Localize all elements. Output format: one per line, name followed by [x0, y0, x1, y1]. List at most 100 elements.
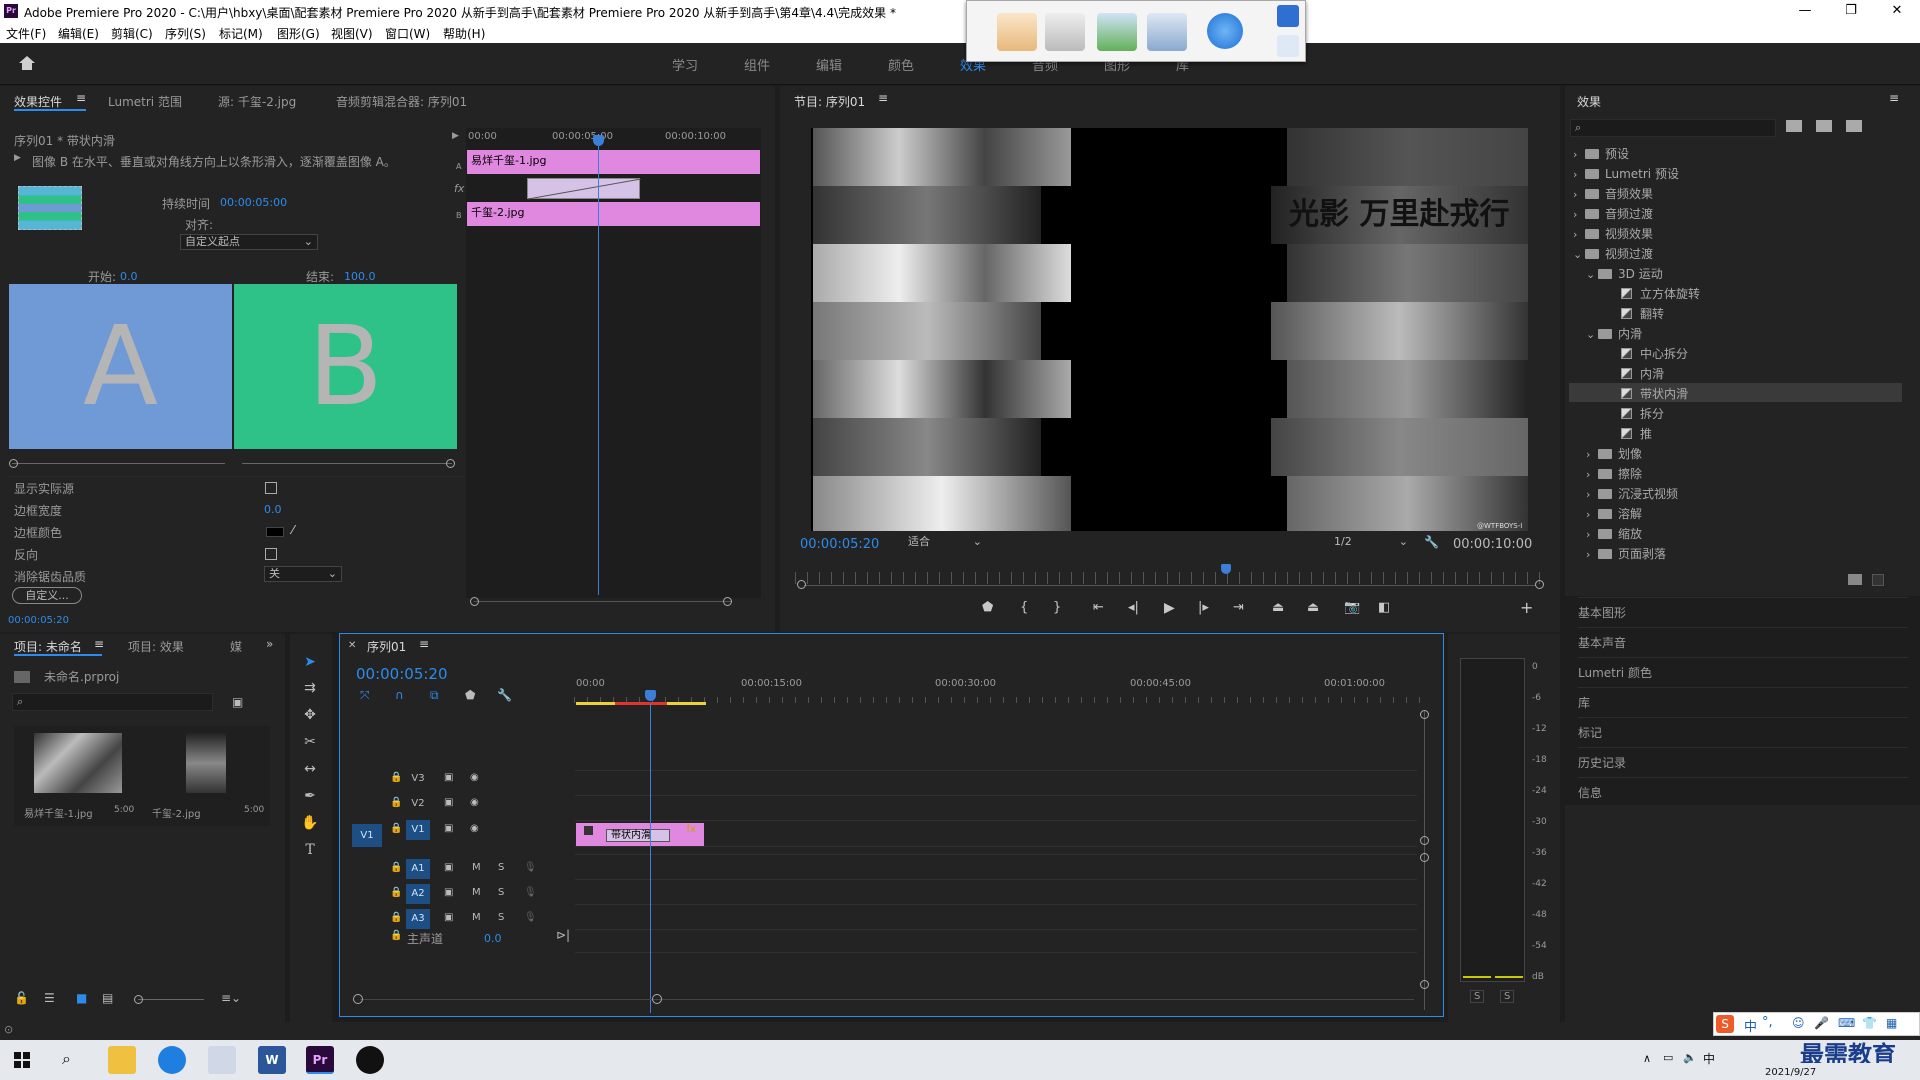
voiceover-icon[interactable]: 🎙 [524, 887, 537, 898]
align-dropdown[interactable]: 自定义起点 ⌄ [180, 234, 318, 250]
menu-window[interactable]: 窗口(W) [385, 25, 430, 42]
resolution-dropdown[interactable]: 1/2 ⌄ [1330, 535, 1412, 551]
step-back-icon[interactable]: ◂| [1128, 600, 1139, 615]
ime-emoji-icon[interactable]: ☺ [1792, 1016, 1805, 1030]
list-view-icon[interactable]: ☰ [44, 991, 55, 1005]
timeline-settings-icon[interactable]: 🔧 [497, 688, 512, 702]
track-label-a1[interactable]: A1 [406, 859, 430, 879]
word-icon[interactable]: W [258, 1046, 286, 1074]
app-icon[interactable] [208, 1046, 236, 1074]
tab-project-effects[interactable]: 项目: 效果 [128, 638, 184, 655]
search-icon[interactable]: ⌕ [62, 1049, 71, 1069]
chevron-right-icon[interactable]: › [1586, 508, 1598, 521]
ime-punct[interactable]: °, [1762, 1015, 1773, 1030]
ime-mic-icon[interactable]: 🎤 [1814, 1016, 1829, 1030]
program-zoom-right[interactable] [1535, 580, 1544, 589]
mute-button[interactable]: M [472, 862, 481, 873]
program-zoom-left[interactable] [797, 580, 806, 589]
source-patch-v1[interactable]: V1 [352, 824, 382, 847]
hand-icon[interactable] [997, 13, 1037, 51]
comment-icon[interactable] [1045, 13, 1085, 51]
end-value[interactable]: 100.0 [344, 270, 376, 283]
step-forward-icon[interactable]: |▸ [1198, 600, 1209, 615]
timeline-horizontal-scrollbar[interactable] [360, 999, 1414, 1000]
tab-lumetri-scopes[interactable]: Lumetri 范围 [108, 93, 182, 110]
section-essential-sound[interactable]: 基本声音 [1578, 627, 1908, 657]
chevron-right-icon[interactable]: › [1573, 188, 1585, 201]
mute-button[interactable]: M [472, 912, 481, 923]
mini-scrollbar[interactable] [474, 601, 732, 602]
mute-button[interactable]: M [472, 887, 481, 898]
pen-tool-icon[interactable]: ✒ [300, 786, 320, 806]
selection-tool-icon[interactable]: ➤ [300, 652, 320, 672]
mark-in-icon[interactable]: { [1020, 600, 1028, 615]
camera-icon[interactable]: 📷 [1344, 600, 1360, 615]
master-lock-icon[interactable]: 🔒 [390, 930, 402, 941]
h-scroll-handle-right[interactable] [652, 994, 662, 1004]
close-button[interactable]: ✕ [1874, 0, 1920, 23]
master-track-value[interactable]: 0.0 [484, 932, 502, 945]
duration-value[interactable]: 00:00:05:00 [220, 196, 287, 209]
effects-tree-item[interactable]: › 沉浸式视频 [1586, 485, 1678, 502]
solo-button[interactable]: S [498, 862, 504, 873]
32bit-effects-icon[interactable] [1816, 120, 1832, 132]
reverse-checkbox[interactable] [265, 548, 277, 560]
sogou-icon[interactable]: S [1716, 1015, 1734, 1033]
border-color-swatch[interactable] [266, 527, 284, 537]
add-marker-icon[interactable]: ⬟ [465, 688, 475, 702]
go-to-out-icon[interactable]: ⇥ [1233, 600, 1244, 615]
project-search-input[interactable]: ⌕ [12, 693, 213, 711]
play-icon[interactable]: ▶ [1164, 600, 1175, 616]
pin-icon[interactable] [1277, 35, 1299, 57]
solo-left-button[interactable]: S [1470, 990, 1485, 1003]
volume-icon[interactable]: 🔈 [1683, 1051, 1697, 1064]
track-label-v2[interactable]: V2 [406, 794, 430, 814]
start-slider[interactable] [12, 463, 225, 464]
maximize-button[interactable]: ❐ [1828, 0, 1874, 23]
v-scroll-handle-2[interactable] [1420, 836, 1429, 845]
custom-button[interactable]: 自定义... [12, 587, 82, 604]
effects-tree-item[interactable]: ⌄ 3D 运动 [1586, 265, 1663, 282]
play-transition-icon[interactable]: ▶ [14, 153, 21, 163]
section-lumetri-color[interactable]: Lumetri 颜色 [1578, 657, 1908, 687]
wrench-icon[interactable]: 🔧 [1424, 535, 1439, 549]
qq-icon[interactable] [356, 1046, 384, 1074]
menu-marker[interactable]: 标记(M) [219, 25, 263, 42]
premiere-taskbar-icon[interactable]: Pr [306, 1046, 334, 1074]
timeline-playhead[interactable] [650, 703, 651, 1013]
ripple-edit-tool-icon[interactable]: ✥ [300, 705, 320, 725]
eye-icon[interactable]: ◉ [470, 772, 479, 783]
track-lock-icon[interactable]: 🔒 [390, 823, 402, 834]
sync-lock-icon[interactable]: ▣ [444, 823, 453, 834]
collapse-arrow-icon[interactable]: ▶ [452, 131, 459, 141]
track-lock-icon[interactable]: 🔒 [390, 887, 402, 898]
chevron-right-icon[interactable]: › [1586, 468, 1598, 481]
track-lock-icon[interactable]: 🔒 [390, 772, 402, 783]
sync-lock-icon[interactable]: ▣ [444, 772, 453, 783]
track-label-a3[interactable]: A3 [406, 909, 430, 929]
panel-menu-icon[interactable]: ≡ [878, 91, 888, 105]
chevron-right-icon[interactable]: › [1586, 528, 1598, 541]
sync-lock-icon[interactable]: ▣ [444, 862, 453, 873]
voiceover-icon[interactable]: 🎙 [524, 912, 537, 923]
track-label-v1[interactable]: V1 [406, 820, 430, 840]
v-scroll-handle-4[interactable] [1420, 980, 1429, 989]
effects-panel-title[interactable]: 效果 [1577, 93, 1601, 110]
menu-file[interactable]: 文件(F) [6, 25, 46, 42]
mark-out-icon[interactable]: } [1053, 600, 1061, 615]
effects-tree-item[interactable]: › 划像 [1586, 445, 1642, 462]
network-icon[interactable]: ▭ [1663, 1051, 1673, 1064]
timeline-ruler[interactable] [574, 660, 1429, 703]
add-marker-icon[interactable]: ⬟ [982, 600, 993, 615]
show-actual-sources-checkbox[interactable] [265, 482, 277, 494]
chevron-right-icon[interactable]: › [1586, 548, 1598, 561]
sync-lock-icon[interactable]: ▣ [444, 797, 453, 808]
razor-tool-icon[interactable]: ✂ [300, 732, 320, 752]
chevron-right-icon[interactable]: › [1573, 168, 1585, 181]
linked-selection-icon[interactable]: ⧉ [430, 688, 439, 703]
effects-tree-item[interactable]: › Lumetri 预设 [1573, 165, 1679, 182]
eye-icon[interactable]: ◉ [470, 823, 479, 834]
track-lock-icon[interactable]: 🔒 [390, 797, 402, 808]
chevron-right-icon[interactable]: › [1573, 228, 1585, 241]
chevron-right-icon[interactable]: › [1586, 448, 1598, 461]
